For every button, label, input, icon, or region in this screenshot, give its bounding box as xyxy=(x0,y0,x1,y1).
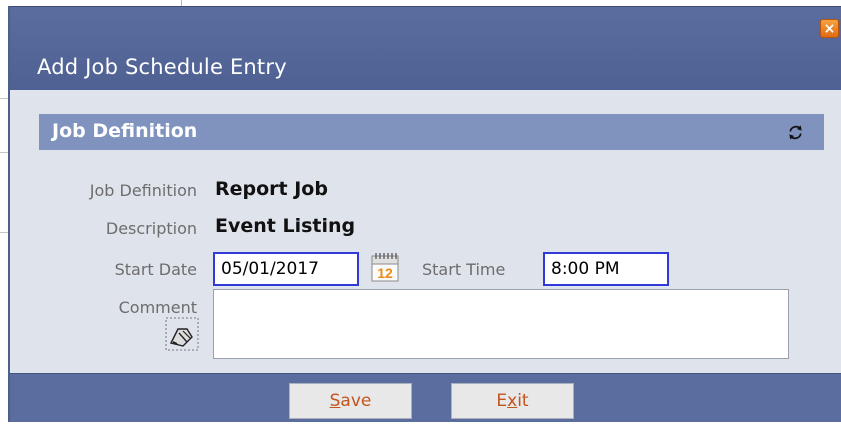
job-definition-label: Job Definition xyxy=(89,181,197,200)
background-mark xyxy=(0,98,8,99)
save-button-mnemonic: S xyxy=(329,391,341,411)
exit-button-label-start: E xyxy=(496,391,508,411)
background-mark xyxy=(0,232,8,233)
background-edge xyxy=(0,0,2,428)
start-time-label: Start Time xyxy=(422,260,506,279)
section-header-job-definition: Job Definition xyxy=(39,114,824,150)
dialog-title-bar[interactable]: Add Job Schedule Entry × xyxy=(10,6,841,90)
spell-check-icon[interactable] xyxy=(165,317,199,351)
dialog-title: Add Job Schedule Entry xyxy=(37,55,287,79)
dialog-footer: Save Ex it xyxy=(10,373,841,422)
add-job-schedule-dialog: Add Job Schedule Entry × Job Definition … xyxy=(8,6,841,422)
save-button[interactable]: Save xyxy=(289,383,412,419)
start-time-input[interactable] xyxy=(543,252,669,286)
exit-button-label-end: it xyxy=(517,391,529,411)
job-definition-value: Report Job xyxy=(215,178,328,200)
exit-button[interactable]: Ex it xyxy=(451,383,574,419)
description-label: Description xyxy=(105,219,197,238)
comment-input[interactable] xyxy=(213,289,789,359)
start-date-input[interactable] xyxy=(213,252,359,286)
refresh-icon[interactable] xyxy=(786,123,805,142)
description-value: Event Listing xyxy=(215,215,356,237)
exit-button-mnemonic: x xyxy=(507,391,518,411)
save-button-label: ave xyxy=(340,391,372,411)
section-title: Job Definition xyxy=(52,120,198,142)
close-button[interactable]: × xyxy=(820,19,839,38)
dialog-content: Job Definition Job Definition Report Job… xyxy=(10,90,841,373)
calendar-icon[interactable]: 12 xyxy=(368,250,402,284)
calendar-icon-day: 12 xyxy=(377,265,393,281)
start-date-label: Start Date xyxy=(114,260,197,279)
comment-label: Comment xyxy=(118,298,197,317)
close-icon: × xyxy=(823,20,836,37)
background-mark xyxy=(0,152,8,153)
